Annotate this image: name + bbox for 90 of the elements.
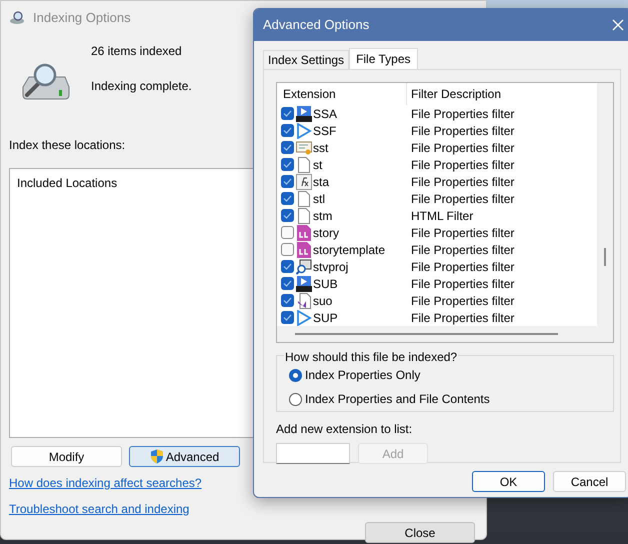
check-icon [283, 263, 292, 270]
checkbox[interactable] [281, 294, 294, 307]
checkbox[interactable] [281, 243, 294, 256]
filter-description: File Properties filter [410, 224, 514, 242]
check-icon [283, 314, 292, 321]
column-header[interactable]: Filter Description [407, 85, 502, 103]
extension-name: storytemplate [313, 242, 386, 258]
close-icon[interactable] [612, 19, 624, 31]
shield-icon [150, 449, 164, 464]
filter-description: File Properties filter [410, 292, 514, 310]
formula-icon [296, 174, 312, 190]
window-title: Indexing Options [33, 9, 131, 28]
extension-name: sta [313, 174, 330, 190]
horizontal-scrollbar[interactable] [277, 326, 597, 342]
story-file-icon [296, 224, 310, 240]
dialog-title: Advanced Options [263, 16, 370, 34]
filter-description: File Properties filter [410, 174, 514, 190]
file-icon [298, 190, 310, 206]
story-file-icon [296, 242, 310, 258]
filter-description: File Properties filter [410, 140, 514, 156]
filter-description: File Properties filter [410, 242, 514, 258]
help-link[interactable]: How does indexing affect searches? [9, 474, 202, 492]
extension-input-field[interactable] [276, 443, 350, 464]
checkbox[interactable] [281, 277, 294, 290]
certificate-icon [296, 140, 312, 156]
help-link[interactable]: Troubleshoot search and indexing [9, 500, 190, 518]
extension-name: SUB [313, 276, 338, 292]
checkbox[interactable] [281, 192, 294, 205]
extension-name: SUP [313, 310, 338, 326]
check-icon [283, 195, 292, 202]
check-icon [283, 212, 292, 219]
filter-description: File Properties filter [410, 190, 514, 208]
check-icon [283, 110, 292, 117]
ok-button[interactable]: OK [472, 471, 545, 492]
column-header[interactable]: Extension [277, 83, 407, 105]
radio-option[interactable]: Index Properties and File Contents [289, 390, 613, 408]
check-icon [283, 161, 292, 168]
checkbox[interactable] [281, 124, 294, 137]
tab[interactable]: Index Settings [263, 50, 350, 69]
indexing-status-text: Indexing complete. [91, 78, 192, 95]
window-icon [9, 11, 25, 25]
radio-button[interactable] [289, 392, 302, 406]
cancel-button[interactable]: Cancel [553, 471, 626, 492]
radio-option[interactable]: Index Properties Only [289, 366, 613, 384]
file-icon [298, 208, 310, 224]
video-file-icon [296, 106, 312, 122]
filter-description: HTML Filter [410, 208, 474, 224]
filter-description: File Properties filter [410, 258, 514, 276]
filter-description: File Properties filter [410, 122, 514, 140]
checkbox[interactable] [281, 226, 294, 239]
close-button[interactable]: Close [365, 522, 475, 543]
project-file-icon [296, 292, 310, 308]
check-icon [283, 178, 292, 185]
extension-name: stvproj [313, 258, 348, 276]
checkbox[interactable] [281, 158, 294, 171]
filter-description: File Properties filter [410, 106, 514, 122]
extension-name: stl [313, 190, 325, 208]
items-indexed-text: 26 items indexed [91, 43, 183, 60]
checkbox[interactable] [281, 260, 294, 273]
checkbox[interactable] [281, 175, 294, 188]
column-header[interactable]: Included Locations [17, 176, 118, 190]
checkbox[interactable] [281, 141, 294, 154]
check-icon [283, 144, 292, 151]
extension-name: SSA [313, 106, 338, 122]
checkbox[interactable] [281, 311, 294, 324]
extension-name: suo [313, 292, 332, 310]
checkbox[interactable] [281, 107, 294, 120]
file-icon [298, 156, 310, 172]
extension-name: st [313, 156, 322, 174]
check-icon [283, 297, 292, 304]
play-icon [296, 122, 312, 138]
extension-name: stm [313, 208, 332, 224]
image-search-icon [296, 258, 312, 274]
advanced-button[interactable]: Advanced [129, 446, 240, 467]
filter-description: File Properties filter [410, 156, 514, 174]
filter-description: File Properties filter [410, 276, 514, 292]
locations-label: Index these locations: [9, 137, 126, 154]
video-file-icon [296, 276, 312, 292]
play-icon [296, 310, 312, 326]
extension-name: sst [313, 140, 328, 156]
check-icon [283, 280, 292, 287]
tab[interactable]: File Types [349, 48, 418, 69]
extension-name: story [313, 224, 340, 242]
filter-description: File Properties filter [410, 310, 514, 326]
add-extension-label: Add new extension to list: [276, 421, 414, 438]
check-icon [283, 127, 292, 134]
modify-button[interactable]: Modify [11, 446, 122, 467]
checkbox[interactable] [281, 209, 294, 222]
extension-name: SSF [313, 122, 336, 140]
radio-button[interactable] [289, 368, 302, 382]
